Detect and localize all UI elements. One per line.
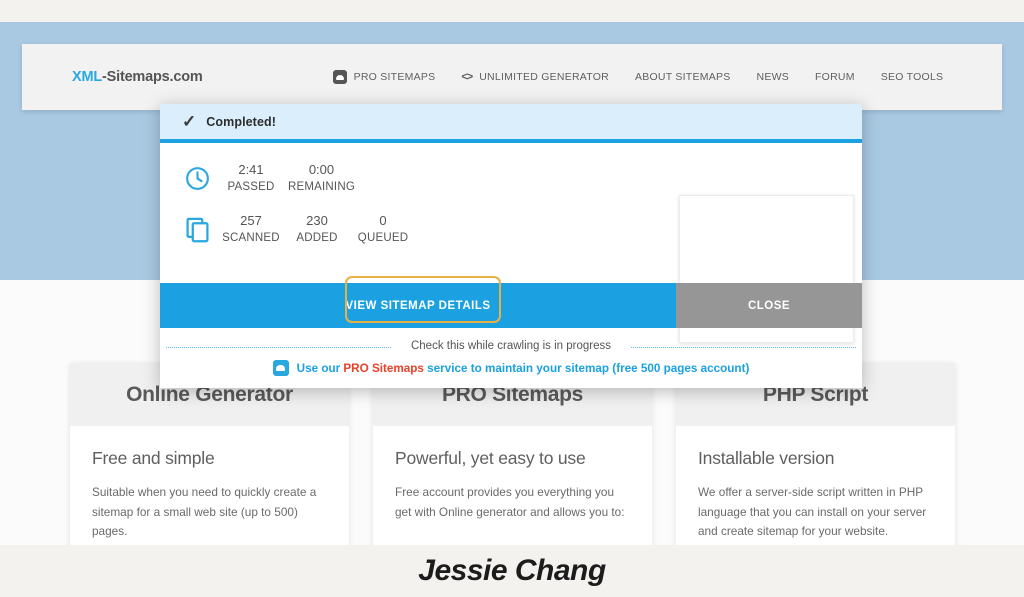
signature-text: Jessie Chang — [418, 554, 606, 587]
upload-box-icon — [272, 360, 289, 376]
nav-label: PRO SITEMAPS — [353, 71, 436, 83]
pages-copy-icon — [176, 216, 218, 243]
code-brackets-icon: <> — [461, 71, 473, 83]
feature-cards: Online Generator Free and simple Suitabl… — [70, 363, 955, 545]
card-body: Free and simple Suitable when you need t… — [70, 426, 349, 545]
browser-viewport: XML-Sitemaps.com PRO SITEMAPS <> UNLIMIT… — [0, 22, 1024, 545]
screenshot-root: XML-Sitemaps.com PRO SITEMAPS <> UNLIMIT… — [0, 0, 1024, 597]
pro-prefix: Use our — [296, 361, 344, 375]
stat-queued: 0 QUEUED — [350, 212, 416, 247]
close-button[interactable]: CLOSE — [676, 283, 862, 328]
button-label: VIEW SITEMAP DETAILS — [345, 299, 491, 312]
modal-title: Completed! — [206, 114, 276, 129]
modal-body: 2:41 PASSED 0:00 REMAINING 257 SCANNED 2… — [160, 143, 862, 343]
crawl-status-modal: ✓ Completed! 2:41 PASSED 0:00 REMAINING … — [160, 104, 862, 388]
stat-value: 0:00 — [308, 162, 335, 177]
nav-item-news[interactable]: NEWS — [756, 71, 789, 83]
stat-added: 230 ADDED — [284, 212, 350, 247]
nav-label: ABOUT SITEMAPS — [634, 71, 731, 83]
stat-label: QUEUED — [357, 232, 409, 244]
card-body: Installable version We offer a server-si… — [676, 426, 955, 545]
card-text: Free account provides you everything you… — [395, 485, 625, 519]
nav-label: FORUM — [814, 71, 855, 83]
nav-item-unlimited-generator[interactable]: <> UNLIMITED GENERATOR — [461, 71, 609, 83]
clock-icon — [176, 165, 218, 192]
card-pro-sitemaps: PRO Sitemaps Powerful, yet easy to use F… — [373, 363, 652, 545]
nav-label: UNLIMITED GENERATOR — [479, 71, 609, 83]
stat-row-time: 2:41 PASSED 0:00 REMAINING — [160, 161, 862, 196]
stat-scanned: 257 SCANNED — [218, 212, 284, 247]
stat-label: ADDED — [296, 232, 338, 244]
card-online-generator: Online Generator Free and simple Suitabl… — [70, 363, 349, 545]
logo-xml-text: XML — [72, 69, 103, 85]
card-subtitle: Free and simple — [92, 448, 215, 468]
button-label: CLOSE — [747, 299, 791, 312]
upload-box-icon — [332, 70, 347, 84]
stat-groups: 2:41 PASSED 0:00 REMAINING — [218, 161, 359, 196]
stat-value: 0 — [379, 213, 387, 228]
modal-header: ✓ Completed! — [160, 104, 862, 139]
stat-remaining: 0:00 REMAINING — [284, 161, 359, 196]
card-subtitle: Installable version — [698, 448, 835, 468]
divider-right — [631, 347, 856, 348]
nav-label: SEO TOOLS — [880, 71, 944, 83]
card-text: We offer a server-side script written in… — [698, 485, 927, 538]
stat-value: 230 — [306, 213, 328, 228]
stat-label: REMAINING — [288, 181, 355, 193]
nav-label: NEWS — [756, 71, 789, 83]
signature-banner: Jessie Chang — [0, 545, 1024, 597]
nav-item-forum[interactable]: FORUM — [815, 71, 855, 83]
divider-left — [166, 347, 391, 348]
stat-label: SCANNED — [222, 232, 280, 244]
stat-groups: 257 SCANNED 230 ADDED 0 QUEUED — [218, 212, 416, 247]
stat-value: 257 — [240, 213, 262, 228]
stat-label: PASSED — [227, 181, 275, 193]
pro-brand: PRO Sitemaps — [343, 361, 424, 375]
card-text: Suitable when you need to quickly create… — [92, 485, 317, 538]
site-logo[interactable]: XML-Sitemaps.com — [72, 69, 203, 85]
pro-promo-link[interactable]: Use our PRO Sitemaps service to maintain… — [297, 362, 750, 375]
card-subtitle: Powerful, yet easy to use — [395, 448, 586, 468]
logo-rest-text: -Sitemaps.com — [102, 69, 203, 85]
pro-suffix: service to maintain your sitemap (free 5… — [423, 361, 750, 375]
card-body: Powerful, yet easy to use Free account p… — [373, 426, 652, 545]
nav-item-seo-tools[interactable]: SEO TOOLS — [881, 71, 944, 83]
view-sitemap-details-button[interactable]: VIEW SITEMAP DETAILS — [160, 276, 676, 328]
crawl-note-text: Check this while crawling is in progress — [401, 340, 621, 352]
nav-item-pro-sitemaps[interactable]: PRO SITEMAPS — [332, 70, 436, 84]
main-nav: PRO SITEMAPS <> UNLIMITED GENERATOR ABOU… — [332, 70, 944, 84]
card-php-script: PHP Script Installable version We offer … — [676, 363, 955, 545]
check-icon: ✓ — [182, 112, 197, 131]
crawl-note: Check this while crawling is in progress — [160, 334, 862, 354]
nav-item-about-sitemaps[interactable]: ABOUT SITEMAPS — [635, 71, 731, 83]
pro-promo-line[interactable]: Use our PRO Sitemaps service to maintain… — [160, 354, 862, 376]
site-header: XML-Sitemaps.com PRO SITEMAPS <> UNLIMIT… — [22, 44, 1002, 110]
stat-passed: 2:41 PASSED — [218, 161, 284, 196]
stat-value: 2:41 — [238, 162, 264, 177]
modal-buttons: VIEW SITEMAP DETAILS CLOSE — [160, 276, 862, 328]
modal-footer: Check this while crawling is in progress… — [160, 328, 862, 388]
